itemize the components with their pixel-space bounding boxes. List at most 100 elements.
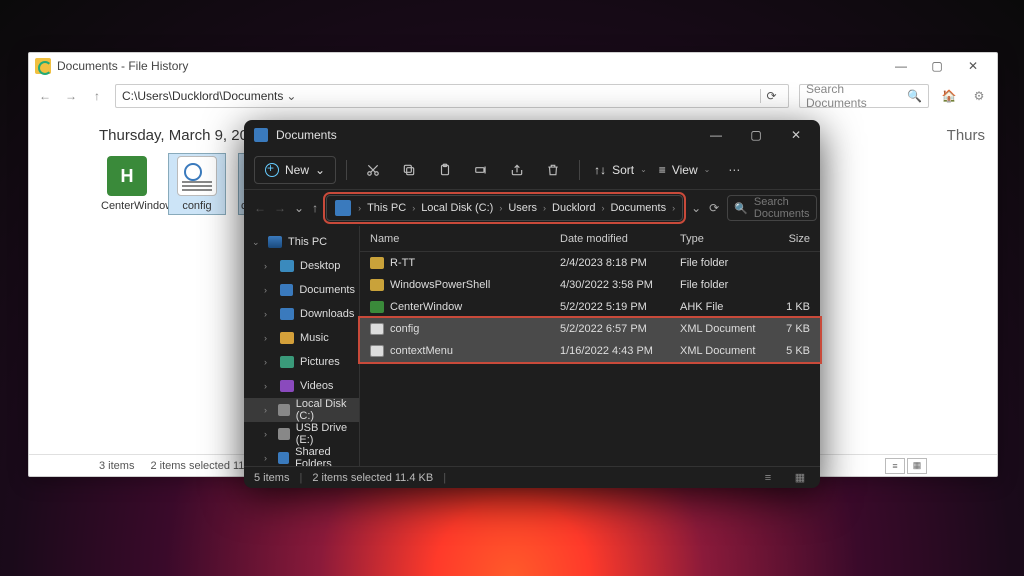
item-count: 5 items (254, 472, 289, 484)
tree-node[interactable]: ›Shared Folders (244, 446, 359, 466)
navigation-tree[interactable]: ⌄This PC›Desktop›Documents›Downloads›Mus… (244, 226, 360, 466)
folder-icon (268, 236, 282, 248)
address-path: C:\Users\Ducklord\Documents (122, 89, 283, 103)
cut-button[interactable] (357, 156, 389, 184)
tree-node[interactable]: ›Videos (244, 374, 359, 398)
chevron-icon: › (264, 309, 274, 319)
tree-node[interactable]: ›Desktop (244, 254, 359, 278)
tree-node[interactable]: ›Documents (244, 278, 359, 302)
view-details-icon[interactable]: ≡ (758, 470, 778, 486)
view-button[interactable]: ≡ View ⌄ (655, 163, 715, 177)
rename-button[interactable] (465, 156, 497, 184)
file-history-titlebar: Documents - File History — ▢ ✕ (29, 53, 997, 79)
explorer-window: Documents — ▢ ✕ New ⌄ ↑↓ Sort ⌄ ≡ View ⌄… (244, 120, 820, 488)
explorer-addressbar: ← → ⌄ ↑ › This PC›Local Disk (C:)›Users›… (244, 190, 820, 226)
table-row[interactable]: contextMenu1/16/2022 4:43 PMXML Document… (360, 340, 820, 362)
col-type[interactable]: Type (680, 233, 770, 245)
view-large-icon[interactable]: ▦ (790, 470, 810, 486)
delete-button[interactable] (537, 156, 569, 184)
forward-button[interactable]: → (63, 89, 79, 103)
close-button[interactable]: ✕ (776, 121, 816, 149)
maximize-button[interactable]: ▢ (919, 55, 955, 77)
table-row[interactable]: R-TT2/4/2023 8:18 PMFile folder (360, 252, 820, 274)
breadcrumb-segment[interactable]: This PC (364, 202, 409, 214)
more-button[interactable]: ⋯ (718, 156, 750, 184)
col-size[interactable]: Size (770, 233, 820, 245)
new-button[interactable]: New ⌄ (254, 156, 336, 184)
tree-node[interactable]: ›Local Disk (C:) (244, 398, 359, 422)
file-date: 5/2/2022 5:19 PM (560, 301, 680, 313)
ahk-icon: H (107, 156, 147, 196)
back-button[interactable]: ← (37, 89, 53, 103)
breadcrumb[interactable]: › This PC›Local Disk (C:)›Users›Ducklord… (326, 195, 683, 221)
search-placeholder: Search Documents (754, 196, 810, 220)
breadcrumb-segment[interactable]: Documents (607, 202, 669, 214)
copy-button[interactable] (393, 156, 425, 184)
forward-button[interactable]: → (274, 201, 286, 215)
file-name: config (390, 323, 560, 335)
tree-label: Local Disk (C:) (296, 398, 355, 422)
refresh-button[interactable]: ⟳ (760, 89, 782, 103)
chevron-icon: › (264, 333, 274, 343)
xml-icon (177, 156, 217, 196)
maximize-button[interactable]: ▢ (736, 121, 776, 149)
navigation-bar: ← → ↑ C:\Users\Ducklord\Documents ⌄ ⟳ Se… (29, 79, 997, 113)
home-icon[interactable]: 🏠 (939, 89, 959, 103)
chevron-down-icon[interactable]: ⌄ (294, 201, 304, 215)
file-rows: R-TT2/4/2023 8:18 PMFile folderWindowsPo… (360, 252, 820, 362)
new-label: New (285, 163, 309, 177)
minimize-button[interactable]: — (883, 55, 919, 77)
table-row[interactable]: WindowsPowerShell4/30/2022 3:58 PMFile f… (360, 274, 820, 296)
file-type: File folder (680, 257, 770, 269)
list-item[interactable]: config (169, 154, 225, 214)
search-icon: 🔍 (734, 202, 748, 215)
table-row[interactable]: config5/2/2022 6:57 PMXML Document7 KB (360, 318, 820, 340)
separator: | (443, 472, 446, 484)
sort-label: Sort (612, 163, 634, 177)
chevron-down-icon: ⌄ (315, 163, 325, 177)
search-box[interactable]: Search Documents 🔍 (799, 84, 929, 108)
back-button[interactable]: ← (254, 201, 266, 215)
tree-label: Pictures (300, 356, 340, 368)
list-item[interactable]: HCenterWindow (99, 154, 155, 214)
file-icon (370, 301, 384, 313)
path-dropdown-icon[interactable]: ⌄ (283, 89, 299, 103)
tree-node[interactable]: ›Music (244, 326, 359, 350)
sort-button[interactable]: ↑↓ Sort ⌄ (590, 163, 651, 177)
up-button[interactable]: ↑ (89, 89, 105, 103)
col-name[interactable]: Name (360, 233, 560, 245)
minimize-button[interactable]: — (696, 121, 736, 149)
chevron-icon: › (264, 429, 272, 439)
table-row[interactable]: CenterWindow5/2/2022 5:19 PMAHK File1 KB (360, 296, 820, 318)
close-button[interactable]: ✕ (955, 55, 991, 77)
breadcrumb-segment[interactable]: Users (505, 202, 540, 214)
col-date[interactable]: Date modified (560, 233, 680, 245)
folder-icon (280, 308, 294, 320)
tree-node[interactable]: › USB Drive (E:) (244, 422, 359, 446)
file-type: AHK File (680, 301, 770, 313)
column-headers[interactable]: Name Date modified Type Size (360, 226, 820, 252)
view-list-icon[interactable]: ≡ (885, 458, 905, 474)
breadcrumb-segment[interactable]: Local Disk (C:) (418, 202, 496, 214)
search-box[interactable]: 🔍 Search Documents (727, 195, 816, 221)
breadcrumb-segment[interactable]: Ducklord (549, 202, 598, 214)
file-name: CenterWindow (390, 301, 560, 313)
gear-icon[interactable]: ⚙ (969, 89, 989, 103)
file-type: XML Document (680, 345, 770, 357)
tree-label: This PC (288, 236, 327, 248)
chevron-icon: › (264, 357, 274, 367)
highlight-box: config5/2/2022 6:57 PMXML Document7 KBco… (360, 318, 820, 362)
tree-node[interactable]: ›Downloads (244, 302, 359, 326)
tree-node[interactable]: › Pictures (244, 350, 359, 374)
breadcrumb-dropdown[interactable]: ⌄ (691, 201, 701, 215)
chevron-right-icon: › (496, 203, 505, 213)
share-button[interactable] (501, 156, 533, 184)
up-button[interactable]: ↑ (312, 201, 318, 215)
address-bar[interactable]: C:\Users\Ducklord\Documents ⌄ ⟳ (115, 84, 789, 108)
tree-node[interactable]: ⌄This PC (244, 230, 359, 254)
tree-label: USB Drive (E:) (296, 422, 355, 446)
paste-button[interactable] (429, 156, 461, 184)
file-icon (370, 257, 384, 269)
refresh-button[interactable]: ⟳ (709, 201, 719, 215)
view-grid-icon[interactable]: ▦ (907, 458, 927, 474)
